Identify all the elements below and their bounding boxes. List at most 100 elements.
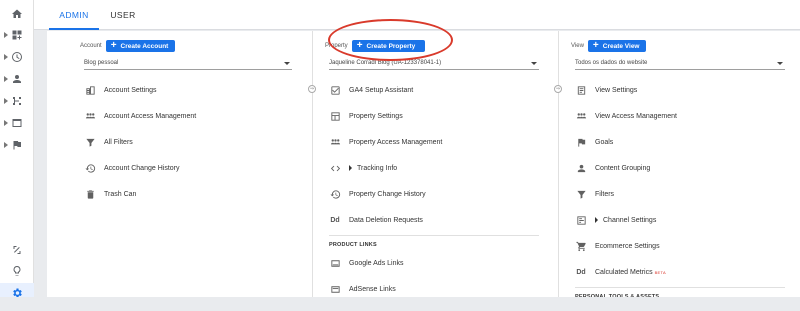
acquisition-nav[interactable] xyxy=(0,91,34,111)
ga4-setup-label: GA4 Setup Assistant xyxy=(349,86,414,94)
highlight-circle xyxy=(328,19,453,61)
document-icon xyxy=(575,84,587,96)
google-ads-links-item[interactable]: Google Ads Links xyxy=(329,254,539,272)
tab-admin[interactable]: ADMIN xyxy=(49,0,99,30)
filters-label: Filters xyxy=(595,190,615,198)
property-column: Property + Create Property Jaqueline Cor… xyxy=(325,31,539,311)
account-selector[interactable]: Blog pessoal xyxy=(84,58,292,70)
home-icon[interactable] xyxy=(0,4,34,24)
dropdown-caret-icon xyxy=(284,62,290,65)
ads-icon xyxy=(329,257,341,269)
account-selected-value: Blog pessoal xyxy=(84,60,119,66)
trash-icon xyxy=(84,188,96,200)
property-access-item[interactable]: Property Access Management xyxy=(329,133,539,151)
view-selector[interactable]: Todos os dados do website xyxy=(575,58,785,70)
property-history-item[interactable]: Property Change History xyxy=(329,185,539,203)
dashboard-icon xyxy=(12,30,22,40)
ecommerce-settings-item[interactable]: Ecommerce Settings xyxy=(575,237,785,255)
property-settings-item[interactable]: Property Settings xyxy=(329,107,539,125)
people-icon xyxy=(575,110,587,122)
ga4-setup-item[interactable]: GA4 Setup Assistant xyxy=(329,81,539,99)
discover-nav[interactable] xyxy=(0,261,34,281)
history-icon xyxy=(84,162,96,174)
content-grouping-item[interactable]: Content Grouping xyxy=(575,159,785,177)
create-account-label: Create Account xyxy=(120,42,169,50)
acquisition-icon xyxy=(13,97,21,105)
plus-icon: + xyxy=(592,40,599,51)
account-label: Account xyxy=(80,43,102,49)
bottom-strip xyxy=(0,297,800,311)
column-divider xyxy=(558,31,559,311)
property-history-label: Property Change History xyxy=(349,190,426,198)
caret-right-icon xyxy=(4,142,8,148)
tracking-info-item[interactable]: Tracking Info xyxy=(329,159,539,177)
data-deletion-label: Data Deletion Requests xyxy=(349,216,423,224)
view-access-label: View Access Management xyxy=(595,112,677,120)
tab-user[interactable]: USER xyxy=(104,0,142,30)
calculated-metrics-item[interactable]: Dd Calculated Metrics BETA xyxy=(575,263,785,281)
all-filters-label: All Filters xyxy=(104,138,133,146)
all-filters-item[interactable]: All Filters xyxy=(84,133,292,151)
tracking-info-label: Tracking Info xyxy=(357,164,398,172)
person-icon xyxy=(13,75,21,83)
channel-settings-label: Channel Settings xyxy=(603,216,657,224)
property-settings-label: Property Settings xyxy=(349,112,403,120)
adsense-icon xyxy=(329,283,341,295)
property-access-label: Property Access Management xyxy=(349,138,443,146)
product-links-header: PRODUCT LINKS xyxy=(329,242,377,248)
column-divider xyxy=(312,31,313,311)
realtime-nav[interactable] xyxy=(0,47,34,67)
adsense-links-label: AdSense Links xyxy=(349,285,396,293)
account-history-item[interactable]: Account Change History xyxy=(84,159,292,177)
adsense-links-item[interactable]: AdSense Links xyxy=(329,280,539,298)
content-grouping-label: Content Grouping xyxy=(595,164,651,172)
account-access-item[interactable]: Account Access Management xyxy=(84,107,292,125)
view-column: View + Create View Todos os dados do web… xyxy=(571,31,785,311)
calculated-metrics-label: Calculated Metrics xyxy=(595,268,653,276)
behavior-icon xyxy=(12,119,22,127)
people-icon xyxy=(329,136,341,148)
create-account-button[interactable]: + Create Account xyxy=(105,40,176,52)
account-settings-label: Account Settings xyxy=(104,86,157,94)
view-label: View xyxy=(571,43,584,49)
flag-icon xyxy=(13,141,21,150)
customization-nav[interactable] xyxy=(0,25,34,45)
account-column: Account + Create Account Blog pessoal Ac… xyxy=(80,31,292,311)
caret-right-icon xyxy=(4,76,8,82)
channel-icon xyxy=(575,214,587,226)
expand-arrow-icon xyxy=(595,217,598,223)
filters-item[interactable]: Filters xyxy=(575,185,785,203)
expand-arrow-icon xyxy=(349,165,352,171)
view-settings-item[interactable]: View Settings xyxy=(575,81,785,99)
conversions-nav[interactable] xyxy=(0,135,34,155)
building-icon xyxy=(84,84,96,96)
audience-nav[interactable] xyxy=(0,69,34,89)
admin-panel: Account + Create Account Blog pessoal Ac… xyxy=(47,19,800,311)
create-view-button[interactable]: + Create View xyxy=(587,40,647,52)
account-access-label: Account Access Management xyxy=(104,112,197,120)
left-nav-rail xyxy=(0,0,34,311)
person-icon xyxy=(575,162,587,174)
channel-settings-item[interactable]: Channel Settings xyxy=(575,211,785,229)
column-arrow-icon: ⇒ xyxy=(554,85,562,93)
dd-icon: Dd xyxy=(330,216,340,224)
caret-right-icon xyxy=(4,32,8,38)
trash-can-item[interactable]: Trash Can xyxy=(84,185,292,203)
property-selector[interactable]: Jaqueline Corradi Blog (UA-123378041-1) xyxy=(329,58,539,70)
checkbox-icon xyxy=(329,84,341,96)
dd-icon: Dd xyxy=(576,268,586,276)
history-icon xyxy=(329,188,341,200)
trash-can-label: Trash Can xyxy=(104,190,137,198)
account-settings-item[interactable]: Account Settings xyxy=(84,81,292,99)
dropdown-caret-icon xyxy=(531,62,537,65)
behavior-nav[interactable] xyxy=(0,113,34,133)
view-settings-label: View Settings xyxy=(595,86,638,94)
data-deletion-item[interactable]: Dd Data Deletion Requests xyxy=(329,211,539,229)
attribution-nav[interactable] xyxy=(0,240,34,260)
link-icon xyxy=(13,246,21,254)
code-icon xyxy=(329,162,341,174)
section-divider xyxy=(575,287,785,288)
goals-item[interactable]: Goals xyxy=(575,133,785,151)
view-access-item[interactable]: View Access Management xyxy=(575,107,785,125)
column-arrow-icon: ⇒ xyxy=(308,85,316,93)
